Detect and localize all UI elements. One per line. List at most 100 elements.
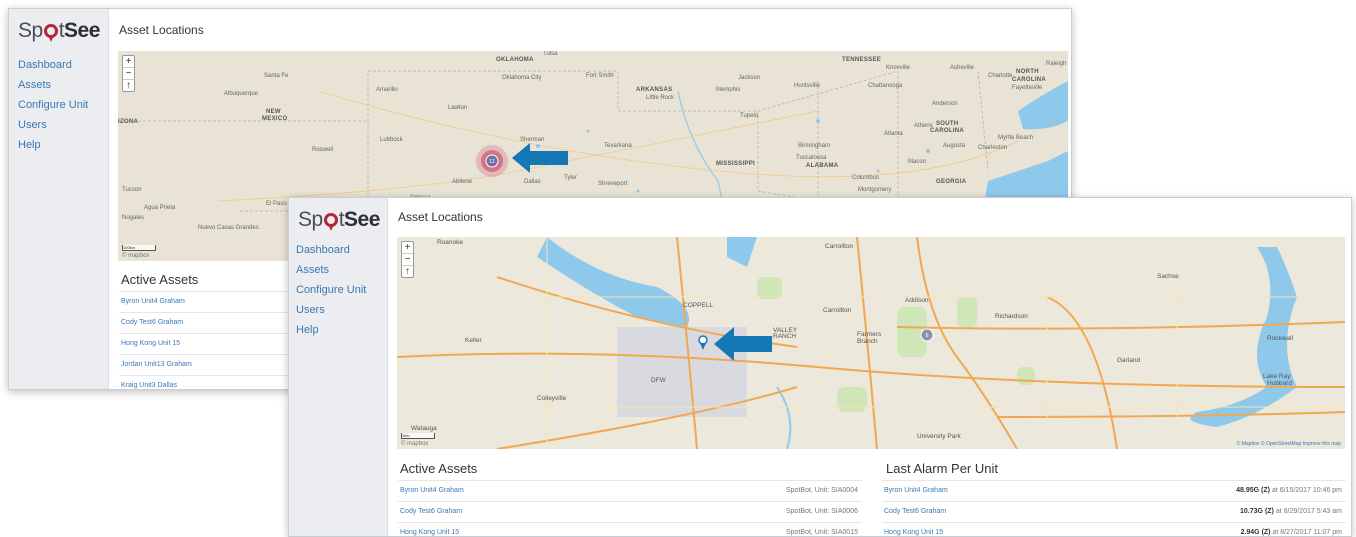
map-place-label: DFW bbox=[651, 377, 666, 384]
nav-assets[interactable]: Assets bbox=[18, 75, 88, 95]
nav-help[interactable]: Help bbox=[296, 320, 366, 340]
map-place-label: Albuquerque bbox=[224, 91, 259, 97]
map-place-label: Watauga bbox=[411, 425, 437, 432]
sidebar-nav: Dashboard Assets Configure Unit Users He… bbox=[18, 55, 88, 155]
map-place-label: Keller bbox=[465, 337, 482, 344]
map-place-label: El Paso bbox=[266, 201, 287, 207]
active-assets-list: Byron Unit4 Graham Cody Test6 Graham Hon… bbox=[119, 291, 309, 389]
map-place-label: Memphis bbox=[716, 87, 741, 93]
map-place-label: Montgomery bbox=[858, 187, 892, 193]
map-place-label: COPPELL bbox=[683, 302, 713, 309]
zoom-in-button[interactable]: + bbox=[123, 56, 134, 68]
alarm-unit-name[interactable]: Byron Unit4 Graham bbox=[884, 487, 948, 494]
map-place-label: Athens bbox=[914, 123, 933, 129]
alarm-value: 48.95G (Z) at 6/15/2017 10:46 pm bbox=[1236, 487, 1342, 494]
map-place-label: Raleigh bbox=[1046, 61, 1067, 67]
alarm-row[interactable]: Hong Kong Unit 15 2.94G (Z) at 8/27/2017 … bbox=[882, 522, 1346, 536]
map-place-label: ARKANSAS bbox=[636, 87, 673, 93]
map-place-label: Branch bbox=[857, 338, 878, 345]
alarm-unit-name[interactable]: Hong Kong Unit 15 bbox=[884, 529, 943, 536]
mapbox-logo: © mapbox bbox=[122, 253, 150, 259]
active-assets-title: Active Assets bbox=[400, 461, 478, 476]
mapbox-logo: © mapbox bbox=[401, 441, 429, 447]
nav-assets[interactable]: Assets bbox=[296, 260, 366, 280]
map-place-label: Texarkana bbox=[604, 143, 632, 149]
map-place-label: Tuscaloosa bbox=[796, 155, 827, 161]
asset-row[interactable]: Hong Kong Unit 15 SpotBot, Unit: SIA0015 bbox=[398, 522, 862, 536]
asset-row[interactable]: Kraig Unit3 Dallas bbox=[119, 375, 309, 389]
sidebar: Sp tSee Dashboard Assets Configure Unit U… bbox=[289, 198, 388, 536]
map-place-label: Amarillo bbox=[376, 87, 398, 93]
location-pin-icon bbox=[323, 213, 338, 231]
alarm-row[interactable]: Cody Test6 Graham 10.73G (Z) at 8/29/2017… bbox=[882, 501, 1346, 522]
map-attribution[interactable]: © Mapbox © OpenStreetMap Improve this ma… bbox=[1237, 441, 1341, 447]
asset-row[interactable]: Cody Test6 Graham SpotBot, Unit: SIA0006 bbox=[398, 501, 862, 522]
map-place-label: Lawton bbox=[448, 105, 468, 111]
map-place-label: MISSISSIPPI bbox=[716, 161, 755, 167]
asset-name[interactable]: Cody Test6 Graham bbox=[400, 508, 462, 515]
map-place-label: Agua Prieta bbox=[144, 205, 176, 211]
nav-users[interactable]: Users bbox=[296, 300, 366, 320]
map-place-label: Charleston bbox=[978, 145, 1008, 151]
spotsee-logo[interactable]: Sp tSee bbox=[18, 19, 100, 43]
nav-help[interactable]: Help bbox=[18, 135, 88, 155]
asset-name[interactable]: Byron Unit4 Graham bbox=[400, 487, 464, 494]
nav-users[interactable]: Users bbox=[18, 115, 88, 135]
alarm-row[interactable]: Byron Unit4 Graham 48.95G (Z) at 6/15/201… bbox=[882, 480, 1346, 501]
map-place-label: TENNESSEE bbox=[842, 57, 882, 63]
map-place-label: Macon bbox=[908, 159, 927, 165]
map-place-label: Carrollton bbox=[825, 243, 854, 250]
map-place-label: Fayetteville bbox=[1012, 85, 1043, 91]
map-place-label: Knoxville bbox=[886, 65, 911, 71]
zoom-out-button[interactable]: − bbox=[123, 68, 134, 80]
map-place-label: Santa Fe bbox=[264, 73, 289, 79]
zoom-out-button[interactable]: − bbox=[402, 254, 413, 266]
map-place-label: Little Rock bbox=[646, 95, 675, 101]
zoom-in-button[interactable]: + bbox=[402, 242, 413, 254]
map-place-label: Rockwall bbox=[1267, 335, 1294, 342]
map-place-label: Hubbard bbox=[1267, 380, 1292, 387]
map-place-label: Abilene bbox=[452, 179, 473, 185]
map-place-label: Garland bbox=[1117, 357, 1141, 364]
map-place-label: Jackson bbox=[738, 75, 761, 81]
nav-dashboard[interactable]: Dashboard bbox=[18, 55, 88, 75]
compass-button[interactable]: ↑ bbox=[402, 266, 413, 277]
map-place-label: Addison bbox=[905, 297, 929, 304]
nav-dashboard[interactable]: Dashboard bbox=[296, 240, 366, 260]
spotsee-logo[interactable]: Sp tSee bbox=[298, 208, 380, 232]
alarm-value: 10.73G (Z) at 8/29/2017 5:43 am bbox=[1240, 508, 1342, 515]
map-place-label: Nuevo Casas Grandes bbox=[198, 225, 259, 231]
map-place-label: MEXICO bbox=[262, 116, 288, 122]
map-place-label: NEW bbox=[266, 109, 281, 115]
map-place-label: Birmingham bbox=[798, 143, 831, 149]
asset-unit: SpotBot, Unit: SIA0015 bbox=[786, 529, 858, 536]
last-alarm-title: Last Alarm Per Unit bbox=[886, 461, 998, 476]
map-zoom-controls: + − ↑ bbox=[401, 241, 414, 278]
map-place-label: Myrtle Beach bbox=[998, 135, 1034, 141]
map-place-label: ALABAMA bbox=[806, 163, 839, 169]
map-place-label: RANCH bbox=[773, 333, 797, 340]
map-place-label: Huntsville bbox=[794, 83, 821, 89]
asset-name[interactable]: Hong Kong Unit 15 bbox=[400, 529, 459, 536]
last-alarm-list: Byron Unit4 Graham 48.95G (Z) at 6/15/201… bbox=[882, 480, 1346, 536]
asset-row[interactable]: Hong Kong Unit 15 bbox=[119, 333, 309, 354]
asset-row[interactable]: Jordan Unit13 Graham bbox=[119, 354, 309, 375]
nav-configure-unit[interactable]: Configure Unit bbox=[296, 280, 366, 300]
compass-button[interactable]: ↑ bbox=[123, 80, 134, 91]
map-place-label: University Park bbox=[917, 433, 961, 440]
map-local[interactable]: 6 + − ↑ Roanoke Carrollton Sachse Carrollto… bbox=[397, 237, 1345, 449]
nav-configure-unit[interactable]: Configure Unit bbox=[18, 95, 88, 115]
arrow-annotation-icon bbox=[714, 327, 772, 361]
map-scale: 100km bbox=[122, 245, 156, 251]
map-place-label: Tulsa bbox=[543, 51, 558, 57]
alarm-unit-name[interactable]: Cody Test6 Graham bbox=[884, 508, 946, 515]
asset-unit: SpotBot, Unit: SIA0004 bbox=[786, 487, 858, 494]
asset-row[interactable]: Byron Unit4 Graham SpotBot, Unit: SIA0004 bbox=[398, 480, 862, 501]
asset-unit: SpotBot, Unit: SIA0006 bbox=[786, 508, 858, 515]
asset-row[interactable]: Byron Unit4 Graham bbox=[119, 291, 309, 312]
map-place-label: OKLAHOMA bbox=[496, 57, 534, 63]
map-place-label: Charlotte bbox=[988, 73, 1013, 79]
asset-row[interactable]: Cody Test6 Graham bbox=[119, 312, 309, 333]
app-window-front: Sp tSee Dashboard Assets Configure Unit U… bbox=[288, 197, 1352, 537]
map-place-label: Lubbock bbox=[380, 137, 403, 143]
